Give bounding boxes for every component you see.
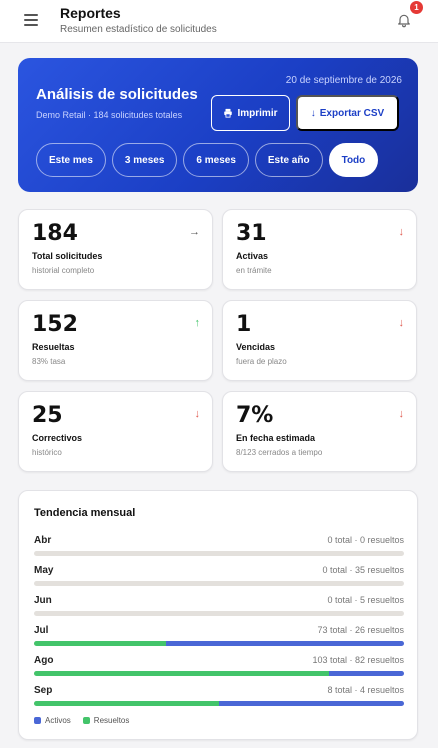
trend-bar <box>34 581 404 586</box>
stat-value: 184 <box>32 221 78 246</box>
stat-label: Vencidas <box>236 342 276 352</box>
stat-card-resueltas: 152 ↑ Resueltas 83% tasa <box>18 300 213 381</box>
stat-value: 7% <box>236 403 274 428</box>
print-button[interactable]: Imprimir <box>211 95 290 131</box>
stat-value: 31 <box>236 221 267 246</box>
stat-card-activas: 31 ↓ Activas en trámite <box>222 209 417 290</box>
stat-label: En fecha estimada <box>236 433 316 443</box>
period-filter: Este mes 3 meses 6 meses Este año Todo <box>36 143 379 177</box>
trend-row: Jul 73 total · 26 resueltos <box>34 625 404 646</box>
stat-desc: historial completo <box>32 266 95 275</box>
trend-bar <box>34 611 404 616</box>
trend-month: Abr <box>34 535 52 546</box>
chip-todo[interactable]: Todo <box>328 143 379 177</box>
stat-card-total: 184 → Total solicitudes historial comple… <box>18 209 213 290</box>
top-bar: Reportes Resumen estadístico de solicitu… <box>0 0 438 43</box>
trend-row: Jun 0 total · 5 resueltos <box>34 595 404 616</box>
notification-badge: 1 <box>410 1 423 14</box>
download-arrow-icon: ↓ <box>310 107 316 119</box>
trend-row: May 0 total · 35 resueltos <box>34 565 404 586</box>
bar-resolved-segment <box>34 671 329 676</box>
stat-card-vencidas: 1 ↓ Vencidas fuera de plazo <box>222 300 417 381</box>
chip-este-ano[interactable]: Este año <box>254 143 323 177</box>
trend-month: Sep <box>34 685 53 696</box>
arrow-down-icon: ↓ <box>398 408 405 420</box>
trend-info: 73 total · 26 resueltos <box>317 625 404 635</box>
export-label: Exportar CSV <box>319 107 385 119</box>
trend-row: Abr 0 total · 0 resueltos <box>34 535 404 556</box>
printer-icon <box>224 108 233 118</box>
monthly-trend-card: Tendencia mensual Abr 0 total · 0 resuelt… <box>18 490 418 740</box>
stat-value: 152 <box>32 312 78 337</box>
hero-title: Análisis de solicitudes <box>36 86 198 103</box>
page-subtitle: Resumen estadístico de solicitudes <box>60 24 217 35</box>
bar-resolved-segment <box>34 701 219 706</box>
legend-label: Resueltos <box>93 716 130 725</box>
trend-month: Jun <box>34 595 52 606</box>
trend-row: Ago 103 total · 82 resueltos <box>34 655 404 676</box>
arrow-down-icon: ↓ <box>398 317 405 329</box>
trend-info: 0 total · 35 resueltos <box>322 565 404 575</box>
export-csv-button[interactable]: ↓ Exportar CSV <box>296 95 399 131</box>
stat-card-correctivos: 25 ↓ Correctivos histórico <box>18 391 213 472</box>
arrow-up-icon: ↑ <box>194 317 201 329</box>
trend-bar <box>34 551 404 556</box>
stat-label: Total solicitudes <box>32 251 103 261</box>
stat-value: 25 <box>32 403 63 428</box>
bar-active-segment <box>219 701 404 706</box>
stat-desc: 83% tasa <box>32 357 66 366</box>
hero-subtitle: Demo Retail · 184 solicitudes totales <box>36 110 183 120</box>
trend-month: Ago <box>34 655 54 666</box>
trend-month: Jul <box>34 625 49 636</box>
chip-3-meses[interactable]: 3 meses <box>111 143 178 177</box>
bar-resolved-segment <box>34 641 166 646</box>
arrow-right-icon: → <box>189 226 200 238</box>
stat-card-en-fecha: 7% ↓ En fecha estimada 8/123 cerrados a … <box>222 391 417 472</box>
legend-item-activos: Activos <box>34 716 71 725</box>
trend-title: Tendencia mensual <box>34 507 136 519</box>
trend-bar <box>34 671 404 676</box>
arrow-down-icon: ↓ <box>398 226 405 238</box>
trend-legend: Activos Resueltos <box>34 716 129 725</box>
legend-label: Activos <box>45 716 71 725</box>
trend-info: 8 total · 4 resueltos <box>327 685 404 695</box>
stat-label: Activas <box>236 251 269 261</box>
hero-date: 20 de septiembre de 2026 <box>285 75 402 86</box>
stat-label: Resueltas <box>32 342 75 352</box>
stat-desc: 8/123 cerrados a tiempo <box>236 448 323 457</box>
trend-row: Sep 8 total · 4 resueltos <box>34 685 404 706</box>
stat-value: 1 <box>236 312 252 337</box>
trend-info: 0 total · 5 resueltos <box>327 595 404 605</box>
stat-desc: histórico <box>32 448 62 457</box>
menu-icon[interactable] <box>24 14 38 26</box>
trend-info: 103 total · 82 resueltos <box>312 655 404 665</box>
stat-desc: fuera de plazo <box>236 357 287 366</box>
print-label: Imprimir <box>237 107 278 119</box>
stat-label: Correctivos <box>32 433 83 443</box>
stat-desc: en trámite <box>236 266 272 275</box>
trend-bar <box>34 641 404 646</box>
trend-month: May <box>34 565 54 576</box>
analysis-hero: 20 de septiembre de 2026 Análisis de sol… <box>18 58 418 192</box>
legend-item-resueltos: Resueltos <box>82 716 130 725</box>
page-title: Reportes <box>60 5 121 21</box>
arrow-down-icon: ↓ <box>194 408 201 420</box>
bar-active-segment <box>328 671 404 676</box>
bell-icon[interactable] <box>396 12 412 28</box>
trend-bar <box>34 701 404 706</box>
chip-6-meses[interactable]: 6 meses <box>183 143 249 177</box>
chip-este-mes[interactable]: Este mes <box>36 143 106 177</box>
bar-active-segment <box>165 641 404 646</box>
trend-info: 0 total · 0 resueltos <box>327 535 404 545</box>
